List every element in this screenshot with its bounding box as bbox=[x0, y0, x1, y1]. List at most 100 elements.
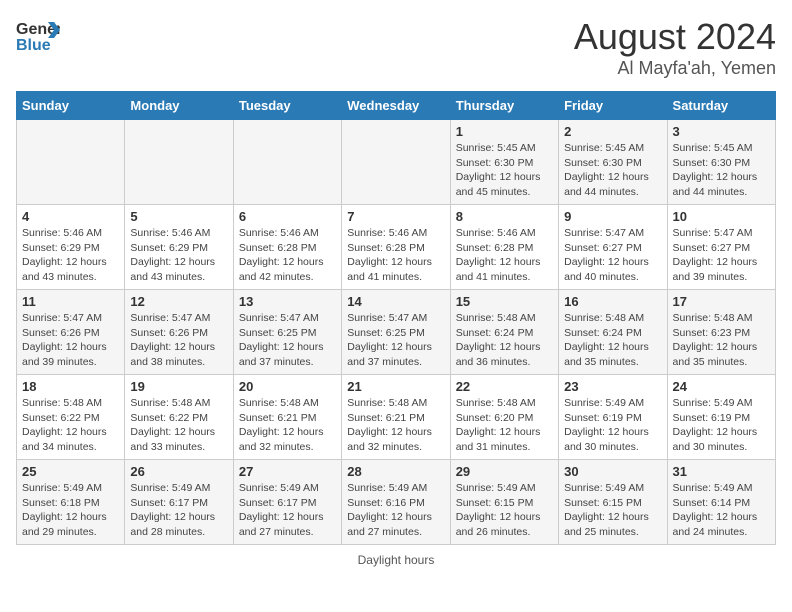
table-row: 12 Sunrise: 5:47 AM Sunset: 6:26 PM Dayli… bbox=[125, 290, 233, 375]
day-info: Sunrise: 5:48 AM Sunset: 6:24 PM Dayligh… bbox=[456, 311, 553, 370]
table-row: 18 Sunrise: 5:48 AM Sunset: 6:22 PM Dayli… bbox=[17, 375, 125, 460]
day-info: Sunrise: 5:47 AM Sunset: 6:27 PM Dayligh… bbox=[564, 226, 661, 285]
day-number: 29 bbox=[456, 464, 553, 479]
day-info: Sunrise: 5:48 AM Sunset: 6:23 PM Dayligh… bbox=[673, 311, 770, 370]
day-info: Sunrise: 5:45 AM Sunset: 6:30 PM Dayligh… bbox=[564, 141, 661, 200]
day-number: 5 bbox=[130, 209, 227, 224]
day-number: 19 bbox=[130, 379, 227, 394]
day-number: 3 bbox=[673, 124, 770, 139]
day-number: 22 bbox=[456, 379, 553, 394]
day-number: 6 bbox=[239, 209, 336, 224]
day-number: 26 bbox=[130, 464, 227, 479]
table-row: 22 Sunrise: 5:48 AM Sunset: 6:20 PM Dayli… bbox=[450, 375, 558, 460]
table-row: 19 Sunrise: 5:48 AM Sunset: 6:22 PM Dayli… bbox=[125, 375, 233, 460]
table-row: 7 Sunrise: 5:46 AM Sunset: 6:28 PM Daylig… bbox=[342, 205, 450, 290]
table-row: 25Sunrise: 5:49 AM Sunset: 6:18 PM Dayli… bbox=[17, 460, 125, 545]
table-row bbox=[17, 120, 125, 205]
day-number: 30 bbox=[564, 464, 661, 479]
day-info: Sunrise: 5:47 AM Sunset: 6:27 PM Dayligh… bbox=[673, 226, 770, 285]
header-tuesday: Tuesday bbox=[233, 92, 341, 120]
day-info: Sunrise: 5:46 AM Sunset: 6:28 PM Dayligh… bbox=[456, 226, 553, 285]
day-info: Sunrise: 5:48 AM Sunset: 6:21 PM Dayligh… bbox=[239, 396, 336, 455]
day-number: 2 bbox=[564, 124, 661, 139]
header-saturday: Saturday bbox=[667, 92, 775, 120]
calendar-week-3: 11Sunrise: 5:47 AM Sunset: 6:26 PM Dayli… bbox=[17, 290, 776, 375]
table-row bbox=[125, 120, 233, 205]
day-number: 14 bbox=[347, 294, 444, 309]
table-row: 13 Sunrise: 5:47 AM Sunset: 6:25 PM Dayli… bbox=[233, 290, 341, 375]
logo: General Blue bbox=[16, 16, 64, 59]
table-row: 14 Sunrise: 5:47 AM Sunset: 6:25 PM Dayli… bbox=[342, 290, 450, 375]
day-number: 18 bbox=[22, 379, 119, 394]
table-row: 8 Sunrise: 5:46 AM Sunset: 6:28 PM Daylig… bbox=[450, 205, 558, 290]
header-monday: Monday bbox=[125, 92, 233, 120]
table-row: 30 Sunrise: 5:49 AM Sunset: 6:15 PM Dayli… bbox=[559, 460, 667, 545]
day-info: Sunrise: 5:48 AM Sunset: 6:22 PM Dayligh… bbox=[22, 396, 119, 455]
header-wednesday: Wednesday bbox=[342, 92, 450, 120]
day-info: Sunrise: 5:47 AM Sunset: 6:26 PM Dayligh… bbox=[130, 311, 227, 370]
day-number: 15 bbox=[456, 294, 553, 309]
table-row: 23Sunrise: 5:49 AM Sunset: 6:19 PM Dayli… bbox=[559, 375, 667, 460]
day-number: 10 bbox=[673, 209, 770, 224]
day-number: 27 bbox=[239, 464, 336, 479]
calendar-subtitle: Al Mayfa'ah, Yemen bbox=[574, 58, 776, 79]
table-row: 24Sunrise: 5:49 AM Sunset: 6:19 PM Dayli… bbox=[667, 375, 775, 460]
calendar-week-2: 4 Sunrise: 5:46 AM Sunset: 6:29 PM Daylig… bbox=[17, 205, 776, 290]
title-area: August 2024 Al Mayfa'ah, Yemen bbox=[574, 16, 776, 79]
day-info: Sunrise: 5:47 AM Sunset: 6:25 PM Dayligh… bbox=[347, 311, 444, 370]
day-info: Sunrise: 5:49 AM Sunset: 6:19 PM Dayligh… bbox=[564, 396, 661, 455]
footer-label: Daylight hours bbox=[358, 553, 435, 567]
header-row: Sunday Monday Tuesday Wednesday Thursday… bbox=[17, 92, 776, 120]
day-number: 9 bbox=[564, 209, 661, 224]
table-row: 21Sunrise: 5:48 AM Sunset: 6:21 PM Dayli… bbox=[342, 375, 450, 460]
calendar-title: August 2024 bbox=[574, 16, 776, 58]
page-header: General Blue August 2024 Al Mayfa'ah, Ye… bbox=[16, 16, 776, 79]
day-info: Sunrise: 5:48 AM Sunset: 6:21 PM Dayligh… bbox=[347, 396, 444, 455]
day-number: 12 bbox=[130, 294, 227, 309]
calendar-week-5: 25Sunrise: 5:49 AM Sunset: 6:18 PM Dayli… bbox=[17, 460, 776, 545]
day-number: 28 bbox=[347, 464, 444, 479]
table-row: 11Sunrise: 5:47 AM Sunset: 6:26 PM Dayli… bbox=[17, 290, 125, 375]
day-number: 20 bbox=[239, 379, 336, 394]
calendar-table: Sunday Monday Tuesday Wednesday Thursday… bbox=[16, 91, 776, 545]
day-info: Sunrise: 5:48 AM Sunset: 6:24 PM Dayligh… bbox=[564, 311, 661, 370]
table-row: 10 Sunrise: 5:47 AM Sunset: 6:27 PM Dayli… bbox=[667, 205, 775, 290]
calendar-week-1: 1Sunrise: 5:45 AM Sunset: 6:30 PM Daylig… bbox=[17, 120, 776, 205]
day-info: Sunrise: 5:49 AM Sunset: 6:18 PM Dayligh… bbox=[22, 481, 119, 540]
day-info: Sunrise: 5:46 AM Sunset: 6:29 PM Dayligh… bbox=[130, 226, 227, 285]
day-number: 8 bbox=[456, 209, 553, 224]
day-info: Sunrise: 5:47 AM Sunset: 6:26 PM Dayligh… bbox=[22, 311, 119, 370]
day-info: Sunrise: 5:49 AM Sunset: 6:15 PM Dayligh… bbox=[564, 481, 661, 540]
day-info: Sunrise: 5:46 AM Sunset: 6:28 PM Dayligh… bbox=[347, 226, 444, 285]
logo-icon: General Blue bbox=[16, 16, 60, 54]
day-info: Sunrise: 5:49 AM Sunset: 6:14 PM Dayligh… bbox=[673, 481, 770, 540]
table-row: 16Sunrise: 5:48 AM Sunset: 6:24 PM Dayli… bbox=[559, 290, 667, 375]
day-number: 13 bbox=[239, 294, 336, 309]
day-info: Sunrise: 5:48 AM Sunset: 6:22 PM Dayligh… bbox=[130, 396, 227, 455]
table-row bbox=[233, 120, 341, 205]
table-row: 3Sunrise: 5:45 AM Sunset: 6:30 PM Daylig… bbox=[667, 120, 775, 205]
day-number: 7 bbox=[347, 209, 444, 224]
day-info: Sunrise: 5:49 AM Sunset: 6:16 PM Dayligh… bbox=[347, 481, 444, 540]
day-info: Sunrise: 5:49 AM Sunset: 6:19 PM Dayligh… bbox=[673, 396, 770, 455]
day-info: Sunrise: 5:49 AM Sunset: 6:17 PM Dayligh… bbox=[130, 481, 227, 540]
table-row: 2 Sunrise: 5:45 AM Sunset: 6:30 PM Daylig… bbox=[559, 120, 667, 205]
day-info: Sunrise: 5:47 AM Sunset: 6:25 PM Dayligh… bbox=[239, 311, 336, 370]
table-row: 27Sunrise: 5:49 AM Sunset: 6:17 PM Dayli… bbox=[233, 460, 341, 545]
table-row: 29 Sunrise: 5:49 AM Sunset: 6:15 PM Dayli… bbox=[450, 460, 558, 545]
day-number: 31 bbox=[673, 464, 770, 479]
header-sunday: Sunday bbox=[17, 92, 125, 120]
day-info: Sunrise: 5:48 AM Sunset: 6:20 PM Dayligh… bbox=[456, 396, 553, 455]
table-row: 17Sunrise: 5:48 AM Sunset: 6:23 PM Dayli… bbox=[667, 290, 775, 375]
table-row: 15 Sunrise: 5:48 AM Sunset: 6:24 PM Dayli… bbox=[450, 290, 558, 375]
table-row: 26 Sunrise: 5:49 AM Sunset: 6:17 PM Dayli… bbox=[125, 460, 233, 545]
table-row: 9 Sunrise: 5:47 AM Sunset: 6:27 PM Daylig… bbox=[559, 205, 667, 290]
table-row: 1Sunrise: 5:45 AM Sunset: 6:30 PM Daylig… bbox=[450, 120, 558, 205]
header-friday: Friday bbox=[559, 92, 667, 120]
table-row: 20 Sunrise: 5:48 AM Sunset: 6:21 PM Dayli… bbox=[233, 375, 341, 460]
day-number: 4 bbox=[22, 209, 119, 224]
table-row: 6Sunrise: 5:46 AM Sunset: 6:28 PM Daylig… bbox=[233, 205, 341, 290]
day-info: Sunrise: 5:49 AM Sunset: 6:15 PM Dayligh… bbox=[456, 481, 553, 540]
footer: Daylight hours bbox=[16, 553, 776, 567]
table-row: 28 Sunrise: 5:49 AM Sunset: 6:16 PM Dayli… bbox=[342, 460, 450, 545]
